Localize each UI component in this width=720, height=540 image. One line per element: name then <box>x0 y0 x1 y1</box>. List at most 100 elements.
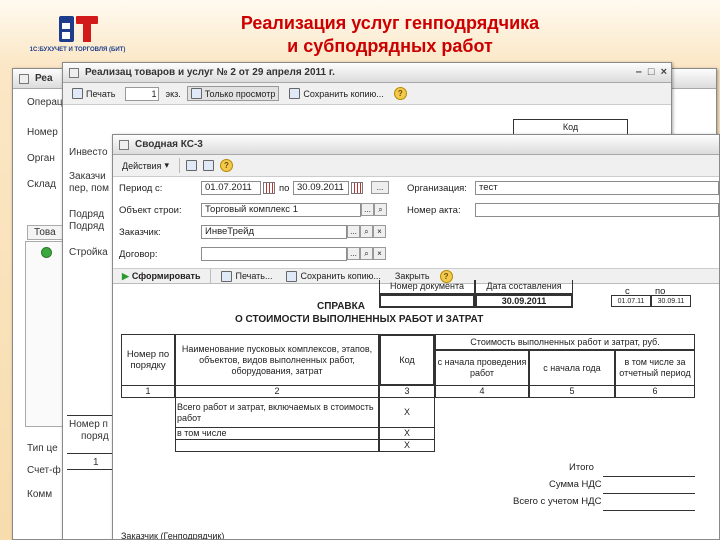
calendar-icon[interactable] <box>263 182 275 194</box>
mid-window-titlebar[interactable]: Реализац товаров и услуг № 2 от 29 апрел… <box>63 63 671 83</box>
front-window-titlebar[interactable]: Сводная КС-3 <box>113 135 719 155</box>
mid-label-address: пер, пом <box>69 183 109 194</box>
toolbar-separator <box>178 158 180 173</box>
generate-label: Сформировать <box>131 271 201 281</box>
search-icon[interactable]: ⌕ <box>374 203 387 216</box>
print-label: Печать <box>86 88 116 99</box>
totals-line <box>603 510 695 511</box>
slide-title-line2: и субподрядных работ <box>287 36 493 56</box>
back-tab-goods[interactable]: Това <box>27 225 63 240</box>
back-window-title: Реа <box>35 73 53 84</box>
mid-table-line <box>67 415 115 416</box>
mid-label-contractor-2: Подряд <box>69 221 105 232</box>
restore-icon[interactable]: □ <box>648 66 655 78</box>
copies-input[interactable]: 1 <box>125 86 160 101</box>
front-window-title: Сводная КС-3 <box>135 139 203 150</box>
contract-select-button[interactable]: ... <box>347 247 360 260</box>
mid-row-1: 1 <box>93 457 99 468</box>
search-icon[interactable]: ⌕ <box>360 247 373 260</box>
period-select-button[interactable]: ... <box>371 181 389 194</box>
customer-footer: Заказчик (Генподрядчик) <box>121 531 225 540</box>
report-spreadsheet[interactable]: Номер документа Дата составления 30.09.2… <box>113 280 719 540</box>
col-number-4: 4 <box>435 386 529 398</box>
save-copy-button[interactable]: Сохранить копию... <box>282 269 384 284</box>
print-button[interactable]: Печать... <box>217 269 276 284</box>
col-period-header: в том числе за отчетный период <box>615 350 695 386</box>
mid-window-title: Реализац товаров и услуг № 2 от 29 апрел… <box>85 67 335 78</box>
help-icon[interactable]: ? <box>393 87 407 100</box>
window-icon <box>69 67 79 78</box>
print-button[interactable]: Печать <box>68 86 119 101</box>
save-copy-label: Сохранить копию... <box>300 271 381 281</box>
organization-input[interactable]: тест <box>475 181 719 195</box>
save-icon <box>289 88 301 99</box>
back-label-invoice: Счет-ф <box>27 465 61 476</box>
row-total-label: Всего работ и затрат, включаемых в стоим… <box>175 398 379 428</box>
object-input[interactable]: Торговый комплекс 1 <box>201 203 361 217</box>
logo-caption: 1С:БУХУЧЕТ И ТОРГОВЛЯ (БИТ) <box>29 47 126 53</box>
generate-button[interactable]: ▶ Сформировать <box>118 269 204 284</box>
slide-title: Реализация услуг генподрядчика и субподр… <box>180 12 600 58</box>
help-icon[interactable]: ? <box>219 159 233 172</box>
calendar-icon[interactable] <box>351 182 363 194</box>
save-icon <box>286 270 298 282</box>
save-copy-label: Сохранить копию... <box>303 88 384 99</box>
period-to-value: 30.09.11 <box>651 295 691 307</box>
mid-toolbar: Печать 1 экз. Только просмотр Сохранить … <box>63 83 671 105</box>
mid-label-order: поряд <box>81 431 109 442</box>
col-cost-header: Стоимость выполненных работ и затрат, ру… <box>435 334 695 350</box>
row-incl-label: в том числе <box>175 428 379 440</box>
doc-number-header: Номер документа <box>379 280 475 294</box>
customer-label: Заказчик: <box>119 227 161 238</box>
act-number-input[interactable] <box>475 203 719 217</box>
col-since-year-header: с начала года <box>529 350 615 386</box>
row-empty-label <box>175 440 379 452</box>
period-from-value: 01.07.11 <box>611 295 651 307</box>
window-icon <box>119 139 129 150</box>
totals-line <box>603 493 695 494</box>
actions-label: Действия <box>122 160 162 171</box>
col-since-start-header: с начала проведения работ <box>435 350 529 386</box>
bit-logo-mark <box>59 16 98 42</box>
col-number-2: 2 <box>175 386 379 398</box>
customer-select-button[interactable]: ... <box>347 225 360 238</box>
col-order-header: Номер по порядку <box>121 334 175 386</box>
period-from-input[interactable]: 01.07.2011 <box>201 181 261 195</box>
copies-unit: экз. <box>165 88 181 99</box>
window-icon <box>19 73 29 84</box>
clear-icon[interactable]: × <box>373 225 386 238</box>
contract-label: Договор: <box>119 249 158 260</box>
total-label: Итого <box>569 462 594 473</box>
mid-table-line <box>67 453 115 454</box>
object-select-button[interactable]: ... <box>361 203 374 216</box>
col-number-1: 1 <box>121 386 175 398</box>
toolbar-separator <box>210 268 212 284</box>
contract-input[interactable] <box>201 247 347 261</box>
view-only-toggle[interactable]: Только просмотр <box>186 86 280 101</box>
view-only-icon <box>190 88 202 99</box>
actions-menu[interactable]: Действия ▾ <box>118 158 173 173</box>
export-icon[interactable] <box>202 160 214 171</box>
back-label-number: Номер <box>27 127 58 138</box>
back-label-warehouse: Склад <box>27 179 56 190</box>
organization-label: Организация: <box>407 183 467 194</box>
col-number-5: 5 <box>529 386 615 398</box>
total-with-vat-label: Всего с учетом НДС <box>513 496 602 507</box>
add-row-icon[interactable] <box>41 247 52 258</box>
clear-icon[interactable]: × <box>373 247 386 260</box>
period-to-input[interactable]: 30.09.2011 <box>293 181 349 195</box>
save-copy-button[interactable]: Сохранить копию... <box>285 86 387 101</box>
play-icon: ▶ <box>122 270 129 281</box>
row-incl-code: X <box>379 428 435 440</box>
printer-icon <box>221 270 233 282</box>
mid-kod-header: Код <box>513 119 628 135</box>
ks3-summary-window: Сводная КС-3 Действия ▾ ? Период с: 01.07… <box>112 134 720 540</box>
minimize-icon[interactable]: – <box>636 66 642 78</box>
settings-icon[interactable] <box>185 160 197 171</box>
search-icon[interactable]: ⌕ <box>360 225 373 238</box>
slide-title-line1: Реализация услуг генподрядчика <box>240 13 540 33</box>
close-icon[interactable]: × <box>661 66 667 78</box>
mid-table-line <box>67 469 115 470</box>
customer-input[interactable]: ИнвеТрейд <box>201 225 347 239</box>
back-label-organization: Орган <box>27 153 55 164</box>
